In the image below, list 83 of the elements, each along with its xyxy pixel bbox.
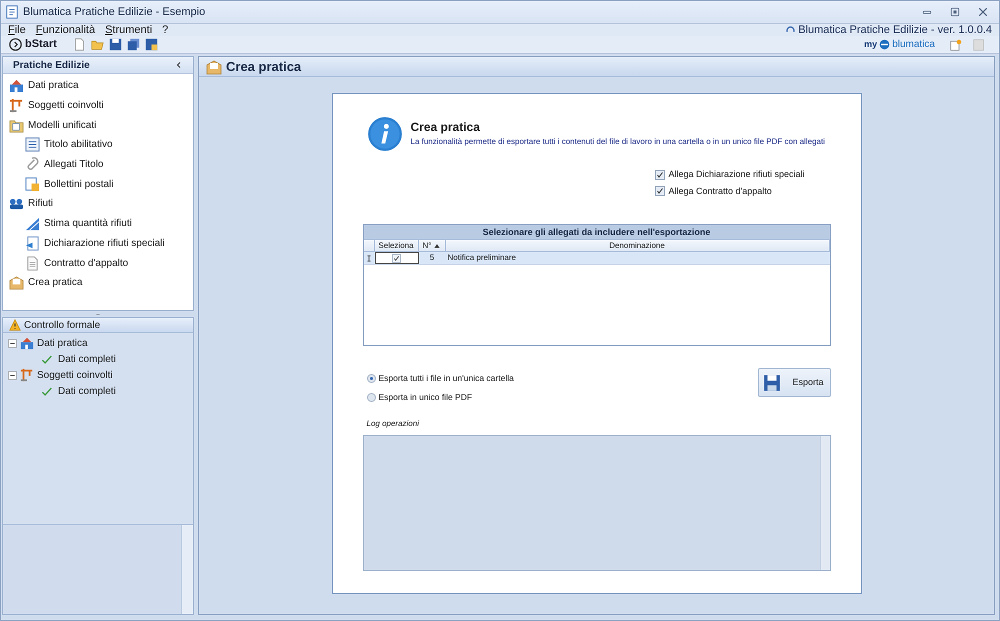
nav-item[interactable]: Titolo abilitativo bbox=[3, 135, 193, 155]
text-cursor-icon bbox=[366, 254, 372, 262]
crane-icon bbox=[20, 368, 34, 382]
save-icon[interactable] bbox=[108, 38, 122, 51]
nav-item[interactable]: Allegati Titolo bbox=[3, 154, 193, 174]
grid-cell-text: 5 bbox=[428, 252, 436, 264]
tree-node[interactable]: Dati completi bbox=[58, 352, 116, 366]
logo-mark-icon bbox=[879, 39, 890, 50]
radio-label: Esporta tutti i file in un'unica cartella bbox=[378, 372, 514, 385]
envelope-icon bbox=[9, 275, 24, 290]
collapse-toggle-icon[interactable] bbox=[8, 338, 17, 348]
nav-item[interactable]: Crea pratica bbox=[3, 272, 193, 293]
save-as-icon[interactable] bbox=[144, 38, 158, 51]
menu-item[interactable]: Strumenti bbox=[105, 24, 152, 36]
grid-title: Selezionare gli allegati da includere nell'esportazione bbox=[364, 225, 830, 239]
version-label: Blumatica Pratiche Edilizie - ver. 1.0.0.4 bbox=[798, 24, 992, 36]
play-circle-icon bbox=[9, 38, 22, 51]
checkmark-icon bbox=[40, 354, 53, 364]
log-label: Log operazioni bbox=[366, 418, 420, 430]
nav-item[interactable]: Dichiarazione rifiuti speciali bbox=[3, 234, 193, 254]
people-icon bbox=[9, 196, 24, 212]
menu-item[interactable]: ? bbox=[162, 24, 168, 36]
info-title: Crea pratica bbox=[410, 119, 481, 136]
start-button[interactable]: bStart bbox=[9, 36, 57, 53]
panel-title: Pratiche Edilizie bbox=[13, 58, 91, 72]
close-icon[interactable] bbox=[977, 6, 989, 18]
info-text: La funzionalità permette di esportare tutti i contenuti del file di lavoro in una cartella o in un unico file PDF con allegati bbox=[410, 136, 825, 148]
export-button[interactable]: Esporta bbox=[758, 368, 830, 397]
nav-item[interactable]: Rifiuti bbox=[3, 194, 193, 214]
column-header[interactable]: Denominazione bbox=[446, 240, 830, 251]
app-icon bbox=[5, 5, 19, 19]
menu-item[interactable]: File bbox=[8, 24, 26, 36]
crane-icon bbox=[9, 98, 24, 114]
checkbox-label: Allega Contratto d'appalto bbox=[668, 184, 772, 198]
checkmark-icon bbox=[393, 254, 400, 262]
tree-node[interactable]: Soggetti coinvolti bbox=[37, 368, 113, 382]
info-icon bbox=[366, 116, 402, 152]
nav-item[interactable]: Soggetti coinvolti bbox=[3, 96, 193, 116]
nav-item[interactable]: Modelli unificati bbox=[3, 115, 193, 136]
grid-cell-text: Notifica preliminare bbox=[446, 252, 517, 264]
checkbox[interactable] bbox=[392, 254, 401, 262]
checkbox[interactable] bbox=[654, 186, 664, 196]
sheet-icon bbox=[25, 236, 40, 251]
nav-item[interactable]: Contratto d'appalto bbox=[3, 253, 193, 273]
sort-ascending-icon bbox=[434, 242, 440, 248]
menu-item[interactable]: Funzionalità bbox=[36, 24, 96, 36]
nav-item[interactable]: Stima quantità rifiuti bbox=[3, 214, 193, 234]
grid-row[interactable]: 5 Notifica preliminare bbox=[364, 252, 830, 265]
checkbox[interactable] bbox=[654, 170, 664, 180]
envelope-icon bbox=[206, 58, 222, 74]
house-icon bbox=[20, 336, 34, 350]
open-folder-icon[interactable] bbox=[90, 38, 104, 51]
checkbox-label: Allega Dichiarazione rifiuti speciali bbox=[668, 168, 805, 181]
grid-cell[interactable] bbox=[374, 252, 418, 264]
paperclip-icon bbox=[25, 157, 40, 172]
warning-icon bbox=[9, 319, 21, 331]
scrollbar[interactable] bbox=[820, 436, 830, 570]
form-icon bbox=[25, 176, 40, 192]
folder-icon bbox=[9, 118, 24, 133]
page-title: Crea pratica bbox=[226, 58, 302, 76]
collapse-toggle-icon[interactable] bbox=[8, 370, 17, 380]
document-icon bbox=[25, 256, 40, 271]
list-icon bbox=[25, 137, 40, 152]
nav-item[interactable]: Bollettini postali bbox=[3, 174, 193, 194]
house-icon bbox=[9, 78, 24, 94]
notification-icon[interactable] bbox=[950, 38, 962, 50]
collapse-chevron-icon[interactable] bbox=[175, 61, 183, 69]
save-all-icon[interactable] bbox=[126, 38, 140, 51]
checkmark-icon bbox=[40, 386, 53, 396]
tree-node[interactable]: Dati completi bbox=[58, 384, 116, 398]
radio-label: Esporta in unico file PDF bbox=[378, 390, 472, 404]
column-header[interactable]: N° bbox=[418, 240, 446, 251]
window-title: Blumatica Pratiche Edilizie - Esempio bbox=[23, 4, 206, 20]
brand-logo[interactable]: my blumatica bbox=[864, 37, 935, 52]
restore-icon[interactable] bbox=[949, 6, 961, 18]
radio-button[interactable] bbox=[366, 392, 376, 402]
tree-node[interactable]: Dati pratica bbox=[37, 336, 88, 350]
panel-title: Controllo formale bbox=[24, 318, 100, 332]
new-file-icon[interactable] bbox=[72, 38, 86, 51]
scrollbar[interactable] bbox=[181, 525, 193, 614]
column-header[interactable]: Seleziona bbox=[374, 240, 418, 251]
radio-button[interactable] bbox=[366, 374, 376, 383]
nav-item[interactable]: Dati pratica bbox=[3, 76, 193, 96]
